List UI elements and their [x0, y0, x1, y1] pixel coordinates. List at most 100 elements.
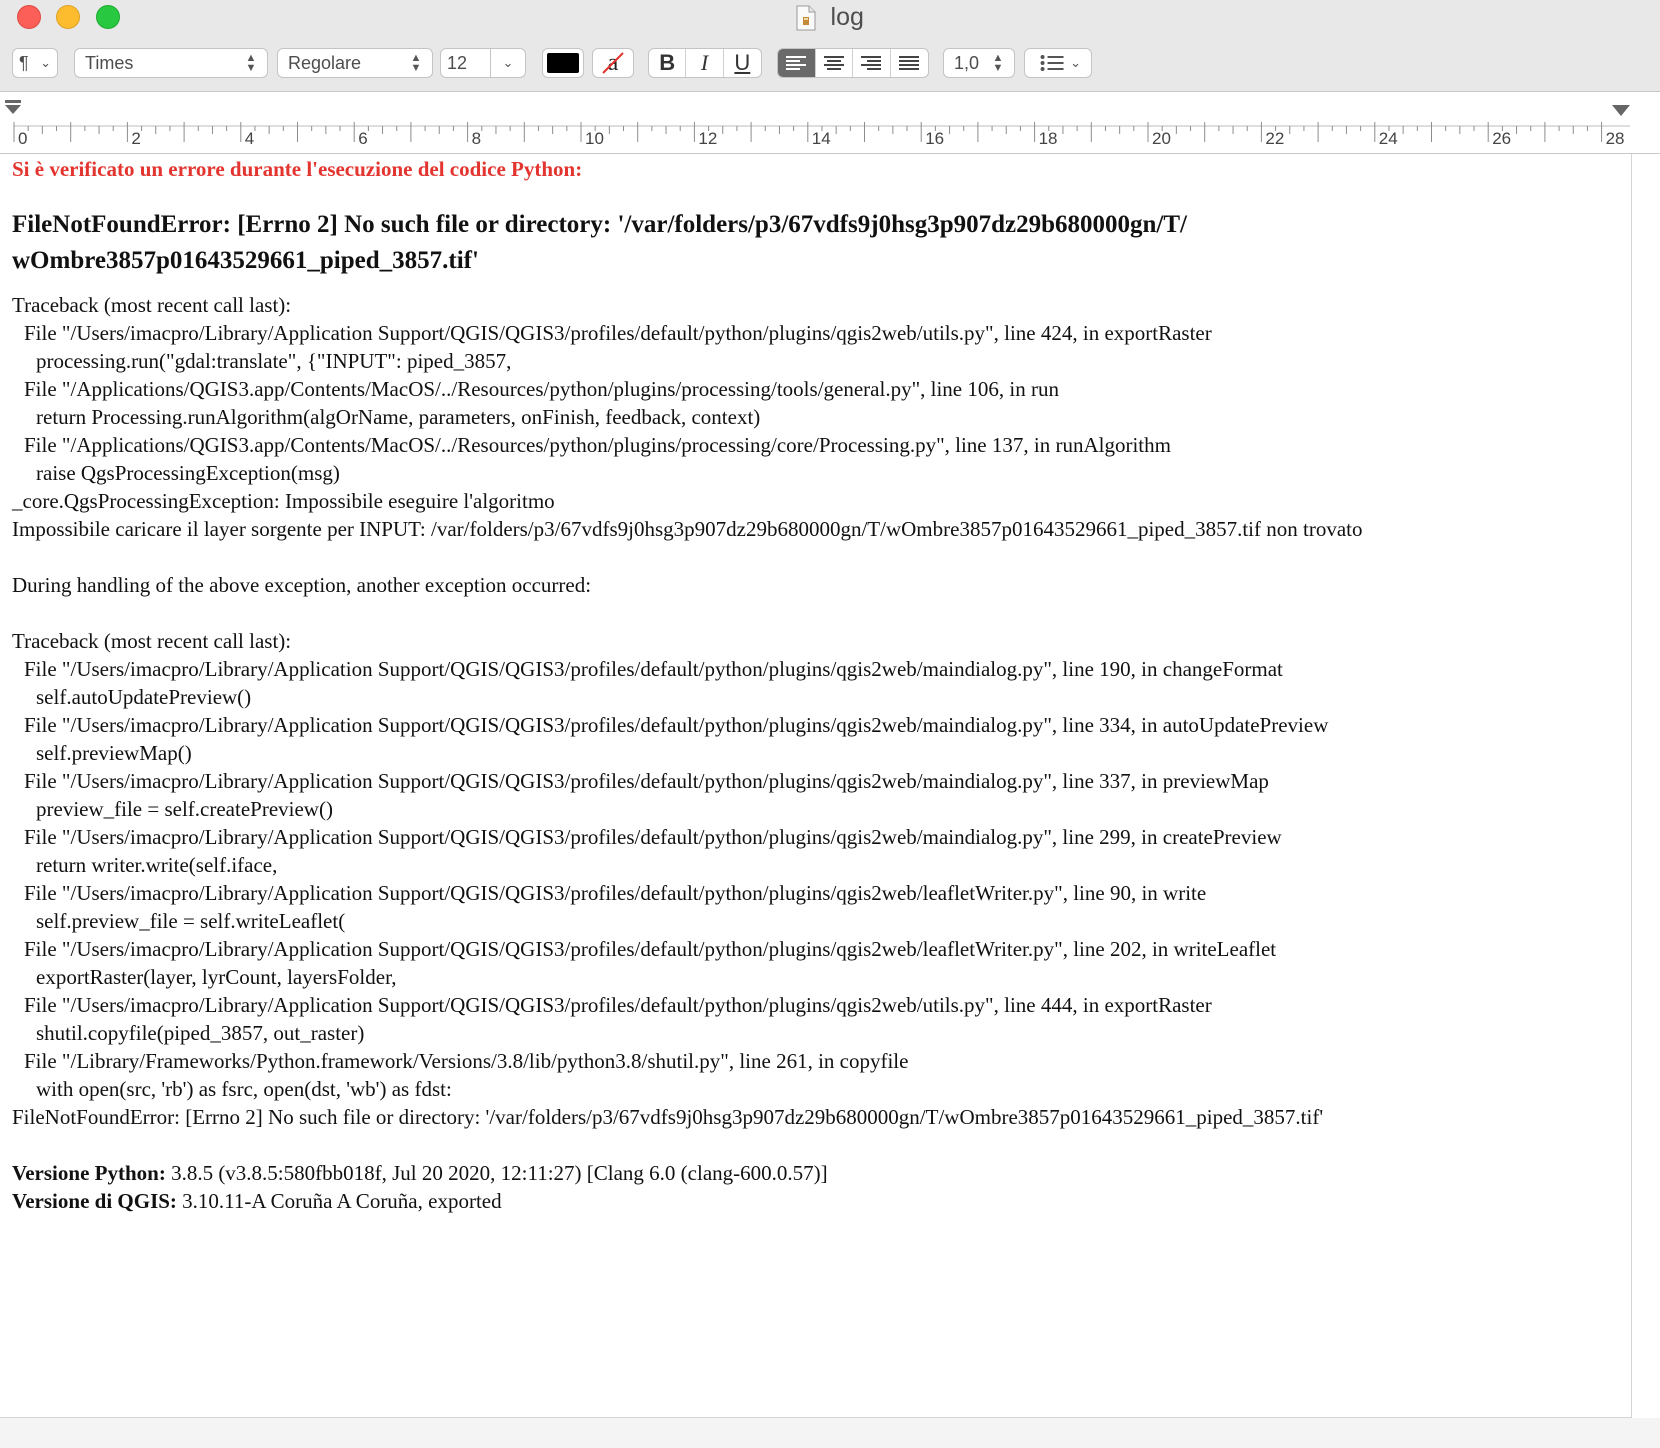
text-style-group: B I U	[648, 48, 762, 78]
traceback-line: Traceback (most recent call last):	[12, 629, 292, 653]
ruler-label: 10	[585, 129, 604, 148]
font-family-value: Times	[85, 52, 134, 73]
justify-button[interactable]	[891, 49, 928, 77]
traceback-line: File "/Users/imacpro/Library/Application…	[24, 881, 1207, 905]
chevron-down-icon: ⌄	[1070, 55, 1081, 70]
no-highlight-slash-icon	[602, 52, 624, 74]
error-summary-line: FileNotFoundError: [Errno 2] No such fil…	[12, 211, 1187, 238]
up-down-arrows-icon: ▲ ▼	[410, 52, 422, 74]
qgis-version-value: 3.10.11-A Coruña A Coruña, exported	[182, 1189, 502, 1213]
traceback-1: Traceback (most recent call last): File "…	[12, 291, 1622, 543]
traceback-line: return Processing.runAlgorithm(algOrName…	[36, 405, 761, 429]
python-version-label: Versione Python:	[12, 1161, 166, 1185]
traceback-line: return writer.write(self.iface,	[36, 853, 278, 877]
align-right-icon	[861, 56, 882, 70]
traceback-line: self.preview_file = self.writeLeaflet(	[36, 909, 346, 933]
traceback-line: File "/Users/imacpro/Library/Application…	[24, 713, 1329, 737]
traceback-line: preview_file = self.createPreview()	[36, 797, 333, 821]
traceback-line: File "/Library/Frameworks/Python.framewo…	[24, 1049, 909, 1073]
traceback-line: shutil.copyfile(piped_3857, out_raster)	[36, 1021, 365, 1045]
ruler-label: 14	[812, 129, 831, 148]
right-margin-marker[interactable]	[1612, 105, 1630, 116]
traceback-line: File "/Users/imacpro/Library/Application…	[24, 825, 1282, 849]
qgis-version-line: Versione di QGIS: 3.10.11-A Coruña A Cor…	[12, 1187, 1622, 1215]
format-toolbar: ¶ ⌄ Times ▲▼ Regolare ▲▼ 12 ⌄ a B I U	[0, 36, 1660, 92]
ruler-label: 22	[1265, 129, 1284, 148]
traceback-line: File "/Users/imacpro/Library/Application…	[24, 769, 1269, 793]
traceback-line: File "/Users/imacpro/Library/Application…	[24, 937, 1277, 961]
ruler-scale: 0 2 4 6 8 10 12 14 16 18 20 22 24 26 28	[5, 100, 1630, 148]
alignment-group	[777, 48, 929, 78]
first-line-indent-marker[interactable]	[5, 100, 21, 114]
document-page[interactable]: Si è verificato un errore durante l'esec…	[0, 154, 1632, 1418]
ruler-labels: 0 2 4 6 8 10 12 14 16 18 20 22 24 26 28	[18, 129, 1625, 148]
traceback-line: File "/Users/imacpro/Library/Application…	[24, 321, 1212, 345]
traceback-line: File "/Applications/QGIS3.app/Contents/M…	[24, 433, 1171, 457]
text-color-swatch	[547, 53, 579, 73]
align-center-icon	[823, 56, 844, 70]
line-spacing-value: 1,0	[954, 52, 980, 73]
python-version-value: 3.8.5 (v3.8.5:580fbb018f, Jul 20 2020, 1…	[171, 1161, 828, 1185]
window-bottom-strip	[0, 1418, 1660, 1448]
error-summary-line: wOmbre3857p01643529661_piped_3857.tif'	[12, 247, 479, 274]
traceback-line: File "/Users/imacpro/Library/Application…	[24, 657, 1283, 681]
align-right-button[interactable]	[853, 49, 891, 77]
window-title-group: log	[0, 3, 1660, 32]
font-family-popup[interactable]: Times ▲ ▼	[74, 48, 268, 78]
traceback-line: self.autoUpdatePreview()	[36, 685, 252, 709]
ruler-label: 28	[1606, 129, 1625, 148]
ruler-label: 20	[1152, 129, 1171, 148]
underline-button[interactable]: U	[724, 49, 761, 77]
qgis-version-label: Versione di QGIS:	[12, 1189, 177, 1213]
traceback-line: Impossibile caricare il layer sorgente p…	[12, 517, 1363, 541]
traceback-line: _core.QgsProcessingException: Impossibil…	[12, 489, 555, 513]
ruler-label: 18	[1039, 129, 1058, 148]
traceback-2: Traceback (most recent call last): File "…	[12, 627, 1622, 1131]
ruler-label: 2	[131, 129, 140, 148]
during-handling-line: During handling of the above exception, …	[12, 573, 592, 597]
document-text[interactable]: Si è verificato un errore durante l'esec…	[12, 155, 1622, 1215]
ruler-label: 0	[18, 129, 27, 148]
window-title: log	[830, 3, 864, 31]
up-down-arrows-icon: ▲ ▼	[992, 52, 1004, 74]
align-center-button[interactable]	[816, 49, 853, 77]
traceback-line: Traceback (most recent call last):	[12, 293, 292, 317]
paragraph-style-popup[interactable]: ¶ ⌄	[12, 48, 58, 78]
text-color-well[interactable]	[542, 48, 584, 78]
list-style-popup[interactable]: ⌄	[1024, 48, 1092, 78]
ruler-label: 26	[1492, 129, 1511, 148]
font-style-popup[interactable]: Regolare ▲ ▼	[277, 48, 433, 78]
justify-icon	[899, 56, 920, 70]
align-left-button[interactable]	[778, 49, 816, 77]
ruler-label: 6	[358, 129, 367, 148]
ruler-label: 16	[925, 129, 944, 148]
document-icon	[796, 5, 816, 30]
up-down-arrows-icon: ▲ ▼	[245, 52, 257, 74]
ruler[interactable]: 0 2 4 6 8 10 12 14 16 18 20 22 24 26 28	[0, 92, 1660, 154]
chevron-down-icon[interactable]: ⌄	[491, 55, 525, 71]
traceback-line: exportRaster(layer, lyrCount, layersFold…	[36, 965, 397, 989]
error-heading: Si è verificato un errore durante l'esec…	[12, 157, 583, 181]
align-left-icon	[786, 56, 807, 70]
highlight-color-well[interactable]: a	[592, 48, 634, 78]
chevron-down-icon: ⌄	[40, 55, 51, 70]
traceback-line: raise QgsProcessingException(msg)	[36, 461, 340, 485]
line-spacing-popup[interactable]: 1,0 ▲ ▼	[943, 48, 1015, 78]
bold-button[interactable]: B	[649, 49, 687, 77]
bullet-list-icon	[1040, 55, 1064, 71]
font-style-value: Regolare	[288, 52, 362, 73]
traceback-line: with open(src, 'rb') as fsrc, open(dst, …	[36, 1077, 452, 1101]
traceback-line: processing.run("gdal:translate", {"INPUT…	[36, 349, 512, 373]
textedit-window: log ¶ ⌄ Times ▲▼ Regolare ▲▼ 12 ⌄ a	[0, 0, 1660, 1448]
traceback-line: File "/Users/imacpro/Library/Application…	[24, 993, 1212, 1017]
ruler-label: 12	[698, 129, 717, 148]
font-size-value[interactable]: 12	[441, 49, 491, 77]
italic-button[interactable]: I	[686, 49, 724, 77]
font-size-combo[interactable]: 12 ⌄	[440, 48, 526, 78]
